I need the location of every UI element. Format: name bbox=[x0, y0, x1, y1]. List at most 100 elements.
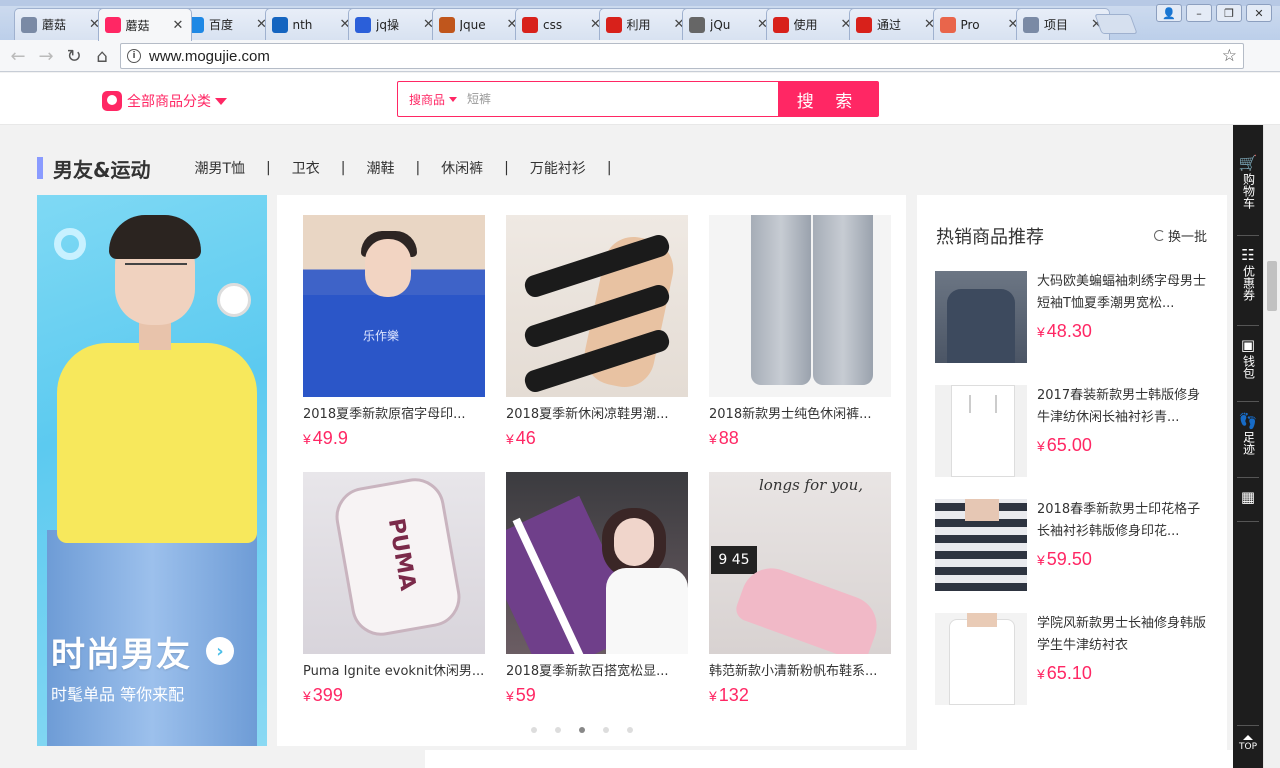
browser-tab[interactable]: 项目 ✕ bbox=[1016, 8, 1110, 40]
wallet-icon: ▣ bbox=[1240, 336, 1256, 354]
browser-tab[interactable]: 通过 ✕ bbox=[849, 8, 943, 40]
product-image[interactable]: 乐作樂 bbox=[303, 215, 485, 397]
carousel-dot[interactable] bbox=[555, 727, 561, 733]
product-card[interactable]: 2018新款男士纯色休闲裤... ¥88 bbox=[709, 215, 891, 449]
refresh-batch-button[interactable]: 换一批 bbox=[1154, 226, 1207, 245]
product-card[interactable]: 乐作樂 2018夏季新款原宿字母印... ¥49.9 bbox=[303, 215, 485, 449]
product-image[interactable]: PUMA bbox=[303, 472, 485, 654]
banner-subtitle: 时髦单品 等你来配 bbox=[51, 685, 185, 704]
product-name[interactable]: Puma Ignite evoknit休闲男... bbox=[303, 660, 485, 679]
hot-item[interactable]: 学院风新款男士长袖修身韩版学生牛津纺衬衣 ¥65.10 bbox=[935, 613, 1211, 705]
sidebar-item-label: 购物车 bbox=[1241, 173, 1256, 209]
product-image[interactable]: longs for you, 9 45 bbox=[709, 472, 891, 654]
search-scope-dropdown[interactable]: 搜商品 bbox=[398, 91, 458, 108]
product-image[interactable] bbox=[506, 215, 688, 397]
browser-tab[interactable]: Jque ✕ bbox=[431, 8, 526, 40]
sidebar-item-cart[interactable]: 🛒 购物车 bbox=[1233, 153, 1263, 209]
tab-title: 利用 bbox=[626, 18, 651, 32]
sub-nav-link[interactable]: 卫衣 bbox=[292, 158, 320, 178]
tab-title: Jque bbox=[459, 17, 486, 32]
refresh-icon bbox=[1154, 230, 1165, 241]
hot-item[interactable]: 2017春装新款男士韩版修身牛津纺休闲长袖衬衫青... ¥65.00 bbox=[935, 385, 1211, 477]
carousel-dot[interactable] bbox=[579, 727, 585, 733]
hot-item-name[interactable]: 2018春季新款男士印花格子长袖衬衫韩版修身印花... bbox=[1037, 499, 1211, 543]
sidebar-item-footprint[interactable]: 👣 足迹 bbox=[1233, 411, 1263, 455]
back-to-top-button[interactable]: TOP bbox=[1233, 735, 1263, 752]
product-card[interactable]: 2018夏季新款百搭宽松显... ¥59 bbox=[506, 472, 688, 706]
ring-decoration bbox=[54, 228, 86, 260]
reload-icon[interactable]: ↻ bbox=[62, 44, 86, 68]
scrollbar-thumb[interactable] bbox=[1267, 261, 1277, 311]
back-icon[interactable]: ← bbox=[6, 44, 30, 68]
hot-item-image[interactable] bbox=[935, 499, 1027, 591]
sub-nav-link[interactable]: 万能衬衫 bbox=[530, 158, 586, 178]
search-input[interactable] bbox=[467, 87, 768, 111]
all-categories-button[interactable]: 全部商品分类 bbox=[102, 91, 227, 111]
hot-item[interactable]: 2018春季新款男士印花格子长袖衬衫韩版修身印花... ¥59.50 bbox=[935, 499, 1211, 591]
b-icon bbox=[438, 16, 455, 33]
bookmark-star-icon[interactable]: ☆ bbox=[1222, 46, 1237, 66]
home-icon[interactable]: ⌂ bbox=[90, 44, 114, 68]
promo-banner[interactable]: 时尚男友 › 时髦单品 等你来配 bbox=[37, 195, 267, 746]
hot-item-name[interactable]: 大码欧美蝙蝠袖刺绣字母男士短袖T恤夏季潮男宽松... bbox=[1037, 271, 1211, 315]
browser-tab[interactable]: 蘑菇 ✕ bbox=[14, 8, 108, 40]
minimize-button[interactable]: – bbox=[1186, 4, 1212, 22]
address-bar[interactable]: i www.mogujie.com ☆ bbox=[120, 43, 1244, 69]
carousel-dot[interactable] bbox=[603, 727, 609, 733]
search-button[interactable]: 搜 索 bbox=[778, 81, 879, 117]
carousel-dot[interactable] bbox=[627, 727, 633, 733]
close-icon[interactable]: ✕ bbox=[173, 18, 185, 33]
hot-item-image[interactable] bbox=[935, 271, 1027, 363]
product-card[interactable]: PUMA Puma Ignite evoknit休闲男... ¥399 bbox=[303, 472, 485, 706]
user-icon[interactable]: 👤 bbox=[1156, 4, 1182, 22]
carousel-dot[interactable] bbox=[531, 727, 537, 733]
browser-tab[interactable]: jQu ✕ bbox=[682, 8, 776, 40]
restore-button[interactable]: ❐ bbox=[1216, 4, 1242, 22]
chevron-right-icon[interactable]: › bbox=[206, 637, 234, 665]
hot-item-image[interactable] bbox=[935, 385, 1027, 477]
close-window-button[interactable]: ✕ bbox=[1246, 4, 1272, 22]
product-image[interactable] bbox=[709, 215, 891, 397]
sidebar-item-wallet[interactable]: ▣ 钱包 bbox=[1233, 335, 1263, 379]
hot-item-image[interactable] bbox=[935, 613, 1027, 705]
new-tab-button[interactable] bbox=[1094, 14, 1138, 34]
hot-item-price: ¥65.10 bbox=[1037, 663, 1092, 683]
product-name[interactable]: 2018夏季新款原宿字母印... bbox=[303, 403, 485, 422]
browser-tab[interactable]: nth ✕ bbox=[264, 8, 359, 40]
sidebar-item-coupon[interactable]: ☷ 优惠券 bbox=[1233, 245, 1263, 301]
sub-nav-link[interactable]: 休闲裤 bbox=[441, 158, 483, 178]
product-name[interactable]: 2018夏季新休闲凉鞋男潮... bbox=[506, 403, 688, 422]
browser-tab[interactable]: jq操 ✕ bbox=[348, 8, 442, 40]
page-scrollbar[interactable] bbox=[1263, 125, 1280, 768]
csdn-icon bbox=[856, 16, 872, 33]
browser-tab[interactable]: 蘑菇 ✕ bbox=[97, 8, 192, 41]
hot-item-name[interactable]: 2017春装新款男士韩版修身牛津纺休闲长袖衬衫青... bbox=[1037, 385, 1211, 429]
pants-leg-shape bbox=[751, 215, 811, 385]
sidebar-item-qrcode[interactable]: ▦ bbox=[1233, 487, 1263, 507]
model-glasses bbox=[125, 263, 187, 281]
doc-icon bbox=[21, 16, 37, 33]
info-icon[interactable]: i bbox=[127, 49, 141, 63]
hot-item[interactable]: 大码欧美蝙蝠袖刺绣字母男士短袖T恤夏季潮男宽松... ¥48.30 bbox=[935, 271, 1211, 363]
browser-tab[interactable]: 利用 ✕ bbox=[598, 8, 693, 40]
browser-tab[interactable]: css ✕ bbox=[515, 8, 609, 40]
product-card[interactable]: longs for you, 9 45 韩范新款小清新粉帆布鞋系... ¥132 bbox=[709, 472, 891, 706]
product-name[interactable]: 2018新款男士纯色休闲裤... bbox=[709, 403, 891, 422]
product-name[interactable]: 韩范新款小清新粉帆布鞋系... bbox=[709, 660, 891, 679]
baidu-paw-icon bbox=[355, 16, 371, 33]
footprint-icon: 👣 bbox=[1238, 412, 1258, 430]
shirt-shape bbox=[303, 295, 485, 397]
hot-item-name[interactable]: 学院风新款男士长袖修身韩版学生牛津纺衬衣 bbox=[1037, 613, 1211, 657]
product-card[interactable]: 2018夏季新休闲凉鞋男潮... ¥46 bbox=[506, 215, 688, 449]
browser-tab[interactable]: 使用 ✕ bbox=[765, 8, 860, 40]
browser-tab[interactable]: Pro ✕ bbox=[932, 8, 1027, 40]
forward-icon[interactable]: → bbox=[34, 44, 58, 68]
product-image[interactable] bbox=[506, 472, 688, 654]
browser-tab[interactable]: 百度 ✕ bbox=[181, 8, 275, 40]
sub-nav-link[interactable]: 潮男T恤 bbox=[194, 158, 245, 178]
sidebar-item-label: 钱包 bbox=[1241, 355, 1256, 379]
sub-nav-separator: | bbox=[504, 160, 509, 176]
sub-nav-link[interactable]: 潮鞋 bbox=[366, 158, 394, 178]
product-name[interactable]: 2018夏季新款百搭宽松显... bbox=[506, 660, 688, 679]
hot-item-price: ¥65.00 bbox=[1037, 435, 1092, 455]
